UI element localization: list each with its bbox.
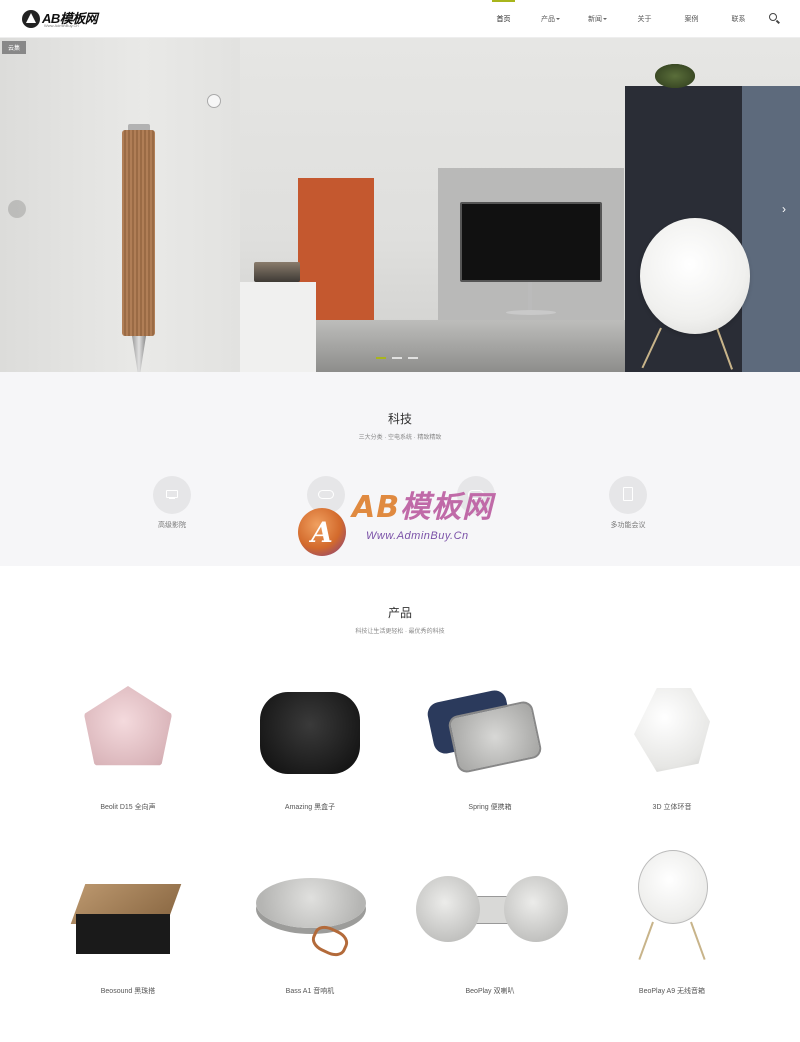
section-title: 科技 (387, 412, 412, 426)
watermark-url: Www.AdminBuy.Cn (366, 530, 469, 542)
chevron-down-icon (556, 18, 560, 20)
slider-dot[interactable] (408, 357, 418, 359)
hero-tag: 云集 (2, 41, 26, 54)
site-logo[interactable]: AB模板网 Www.AdminBuy.Cn (22, 8, 102, 32)
nav-item-cases[interactable]: 案例 (668, 0, 715, 38)
product-name: Beolit D15 全向声 (100, 804, 156, 811)
hero-pedestal (240, 282, 316, 372)
product-name: Amazing 黑盒子 (284, 804, 336, 811)
feature-label: 多功能会议 (610, 522, 646, 529)
nav-item-home[interactable]: 首页 (480, 0, 527, 38)
product-card[interactable]: Beolit D15 全向声 (38, 666, 218, 812)
hero-tv (460, 202, 602, 282)
watermark: A AB模板网 Www.AdminBuy.Cn (298, 480, 518, 564)
product-name: Bass A1 音响机 (285, 988, 335, 995)
hero-slider: 云集 ‹ › (0, 38, 800, 372)
hero-tv-base (506, 310, 556, 315)
feature-item[interactable]: 多功能会议 (588, 476, 668, 530)
product-card[interactable]: Spring 便携箱 (400, 666, 580, 812)
hero-blue-panel (742, 86, 800, 372)
nav-item-about[interactable]: 关于 (621, 0, 668, 38)
product-image (38, 850, 218, 980)
product-card[interactable]: Beosound 黑珠搭 (38, 850, 218, 996)
product-name: Beosound 黑珠搭 (100, 988, 156, 995)
hero-disc-speaker (640, 218, 750, 334)
slider-dots (376, 357, 418, 359)
section-title: 产品 (387, 606, 412, 620)
product-card[interactable]: Bass A1 音响机 (220, 850, 400, 996)
product-card[interactable]: 3D 立体环音 (582, 666, 762, 812)
watermark-badge: A (298, 508, 346, 556)
nav-item-news[interactable]: 新闻 (574, 0, 621, 38)
search-icon[interactable] (766, 10, 784, 28)
product-card[interactable]: BeoPlay A9 无线音箱 (582, 850, 762, 996)
feature-label: 高级影院 (158, 522, 186, 529)
watermark-text: AB模板网 (352, 490, 494, 525)
hero-column-speaker (122, 130, 155, 336)
product-name: Spring 便携箱 (468, 804, 512, 811)
hero-left-wall (0, 38, 240, 372)
feature-item[interactable]: 高级影院 (132, 476, 212, 530)
chevron-left-icon[interactable]: ‹ (8, 200, 26, 218)
product-card[interactable]: BeoPlay 双喇叭 (400, 850, 580, 996)
main-nav: 首页 产品 新闻 关于 案例 联系 (480, 0, 762, 38)
logo-subtitle: Www.AdminBuy.Cn (44, 23, 79, 28)
logo-mark-icon (22, 10, 40, 28)
product-name: BeoPlay 双喇叭 (465, 988, 515, 995)
feature-icon-circle (153, 476, 191, 514)
chevron-right-icon[interactable]: › (775, 200, 793, 218)
monitor-icon (166, 490, 178, 500)
product-card[interactable]: Amazing 黑盒子 (220, 666, 400, 812)
product-image (220, 850, 400, 980)
chevron-down-icon (603, 18, 607, 20)
product-name: 3D 立体环音 (652, 804, 692, 811)
product-image (400, 666, 580, 796)
hero-small-speaker (254, 262, 300, 282)
hero-plant (655, 64, 695, 88)
hero-tv-stand (528, 282, 532, 312)
section-subtitle: 科技让生活更轻松 · 最优秀的科技 (355, 629, 445, 635)
section-subtitle: 三大分类 · 空电系统 · 精致精致 (358, 435, 442, 441)
products-section: 产品 科技让生活更轻松 · 最优秀的科技 Beolit D15 全向声 Amaz… (0, 566, 800, 1042)
site-header: AB模板网 Www.AdminBuy.Cn 首页 产品 新闻 关于 案例 联系 (0, 0, 800, 38)
hero-wall-switch (207, 94, 221, 108)
product-image (582, 850, 762, 980)
product-image (38, 666, 218, 796)
product-image (582, 666, 762, 796)
feature-icon-circle (609, 476, 647, 514)
nav-item-products[interactable]: 产品 (527, 0, 574, 38)
nav-item-contact[interactable]: 联系 (715, 0, 762, 38)
product-image (220, 666, 400, 796)
slider-dot[interactable] (392, 357, 402, 359)
product-image (400, 850, 580, 980)
product-name: BeoPlay A9 无线音箱 (638, 988, 706, 995)
tablet-icon (623, 487, 633, 501)
slider-dot[interactable] (376, 357, 386, 359)
